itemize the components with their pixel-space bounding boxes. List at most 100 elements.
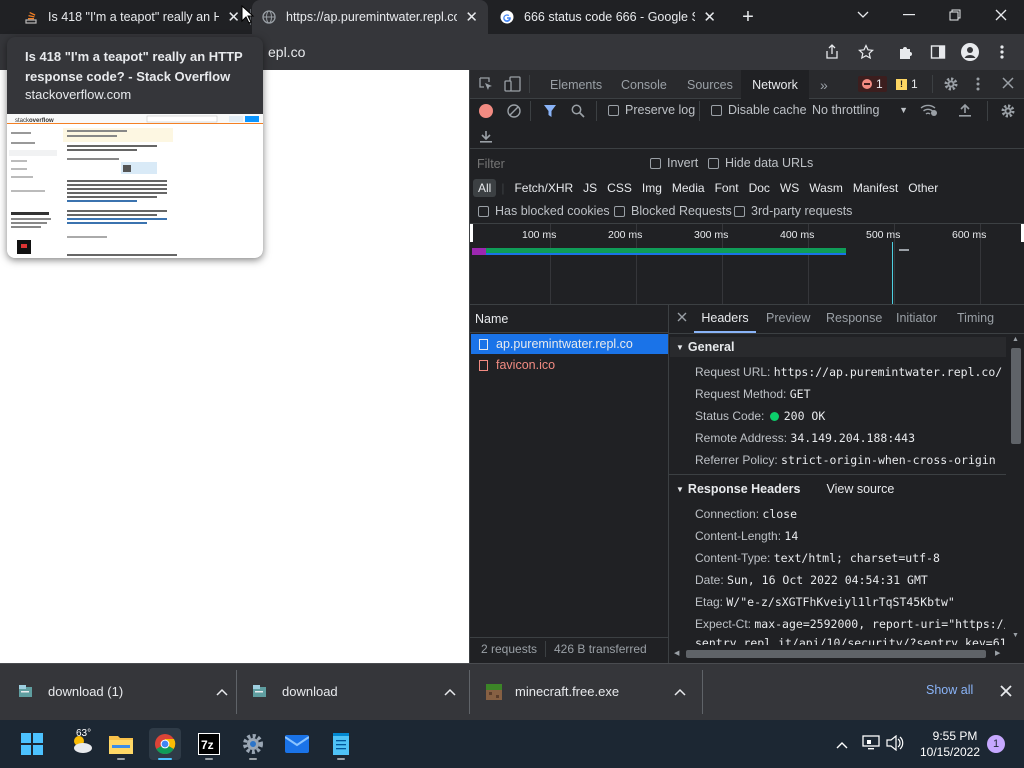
- devtools-more-icon[interactable]: [976, 76, 980, 95]
- clock-date[interactable]: 10/15/2022: [918, 745, 982, 759]
- network-display-icon[interactable]: [862, 735, 880, 754]
- third-party-requests-checkbox[interactable]: 3rd-party requests: [734, 204, 852, 218]
- download-item-1[interactable]: download (1): [18, 663, 228, 720]
- view-source-link[interactable]: View source: [826, 482, 894, 496]
- panel-splitter[interactable]: [668, 305, 669, 663]
- chrome-icon[interactable]: [149, 728, 181, 760]
- restore-button[interactable]: [932, 0, 978, 30]
- record-button[interactable]: [479, 104, 493, 118]
- mail-icon[interactable]: [281, 728, 313, 760]
- preserve-log-checkbox[interactable]: Preserve log: [608, 103, 695, 117]
- download-item-3[interactable]: minecraft.free.exe: [486, 663, 686, 720]
- filter-img[interactable]: Img: [637, 179, 667, 197]
- minimize-button[interactable]: [886, 0, 932, 30]
- address-bar-url[interactable]: epl.co: [268, 44, 305, 60]
- devtools-tab-elements[interactable]: Elements: [542, 70, 610, 99]
- filter-css[interactable]: CSS: [602, 179, 637, 197]
- start-windows-icon[interactable]: [16, 728, 48, 760]
- close-devtools-icon[interactable]: [1002, 77, 1014, 92]
- timeline-overview[interactable]: 100 ms 200 ms 300 ms 400 ms 500 ms 600 m…: [470, 224, 1024, 304]
- devtools-tab-sources[interactable]: Sources: [679, 70, 741, 99]
- close-details-icon[interactable]: [677, 311, 687, 325]
- settings-gear-taskbar-icon[interactable]: [237, 728, 269, 760]
- filter-media[interactable]: Media: [667, 179, 710, 197]
- filter-funnel-icon[interactable]: [543, 104, 557, 121]
- warning-count-badge[interactable]: ! 1: [892, 76, 922, 92]
- vertical-scrollbar[interactable]: ▲ ▼: [1008, 334, 1024, 645]
- throttling-select[interactable]: No throttling ▼: [812, 103, 908, 117]
- tab-stackoverflow[interactable]: Is 418 "I'm a teapot" really an HT ✕: [14, 0, 250, 34]
- tab-google-search[interactable]: 666 status code 666 - Google Sea ✕: [490, 0, 726, 34]
- header-value: text/html; charset=utf-8: [773, 551, 940, 565]
- detail-tab-initiator[interactable]: Initiator: [896, 311, 937, 325]
- toolbar-divider: [987, 101, 988, 121]
- more-tabs-icon[interactable]: »: [812, 70, 836, 99]
- disable-cache-label: Disable cache: [728, 103, 807, 117]
- chevron-up-icon[interactable]: [216, 688, 228, 696]
- close-downloads-bar-icon[interactable]: [1000, 685, 1012, 700]
- close-tab-icon[interactable]: ✕: [703, 8, 716, 26]
- new-tab-button[interactable]: +: [736, 5, 760, 29]
- 7zip-icon[interactable]: 7z: [193, 728, 225, 760]
- export-har-download-icon[interactable]: [479, 129, 493, 146]
- weather-widget[interactable]: 63°: [62, 728, 102, 760]
- filter-fetch-xhr[interactable]: Fetch/XHR: [509, 179, 578, 197]
- request-row-document[interactable]: ap.puremintwater.repl.co: [471, 334, 668, 354]
- side-panel-icon[interactable]: [928, 42, 948, 62]
- more-menu-icon[interactable]: [992, 42, 1012, 62]
- filter-wasm[interactable]: Wasm: [804, 179, 848, 197]
- close-window-button[interactable]: [978, 0, 1024, 30]
- show-hidden-icons-chevron-up-icon[interactable]: [836, 738, 848, 752]
- volume-speaker-icon[interactable]: [886, 734, 904, 754]
- filter-font[interactable]: Font: [710, 179, 744, 197]
- horizontal-scrollbar[interactable]: ◀ ▶: [670, 646, 1008, 662]
- clear-icon[interactable]: [507, 104, 521, 121]
- filter-manifest[interactable]: Manifest: [848, 179, 903, 197]
- notepad-icon[interactable]: [325, 728, 357, 760]
- search-icon[interactable]: [571, 104, 585, 121]
- download-item-2[interactable]: download: [252, 663, 456, 720]
- disable-cache-checkbox[interactable]: Disable cache: [711, 103, 807, 117]
- profile-avatar[interactable]: [960, 42, 980, 62]
- general-section-header[interactable]: ▼ General: [670, 337, 1006, 357]
- close-tab-icon[interactable]: ✕: [465, 8, 478, 26]
- request-row-favicon[interactable]: favicon.ico: [471, 355, 668, 375]
- detail-tab-headers[interactable]: Headers: [694, 305, 756, 333]
- filter-ws[interactable]: WS: [775, 179, 804, 197]
- filter-other[interactable]: Other: [903, 179, 943, 197]
- blocked-requests-checkbox[interactable]: Blocked Requests: [614, 204, 732, 218]
- import-har-upload-icon[interactable]: [958, 103, 972, 120]
- network-conditions-wifi-icon[interactable]: [920, 103, 938, 120]
- chevron-up-icon[interactable]: [674, 688, 686, 696]
- tab-puremintwater[interactable]: https://ap.puremintwater.repl.co ✕: [252, 0, 488, 34]
- extensions-puzzle-icon[interactable]: [896, 42, 916, 62]
- filter-input[interactable]: [474, 155, 636, 173]
- device-toolbar-icon[interactable]: [504, 76, 522, 95]
- tab-search-chevron-down-icon[interactable]: [840, 0, 886, 30]
- devtools-tab-network[interactable]: Network: [741, 70, 809, 99]
- chevron-up-icon[interactable]: [444, 688, 456, 696]
- show-all-downloads-link[interactable]: Show all: [926, 683, 973, 697]
- settings-gear-icon[interactable]: [943, 76, 959, 95]
- filter-doc[interactable]: Doc: [744, 179, 775, 197]
- filter-js[interactable]: JS: [578, 179, 602, 197]
- invert-checkbox[interactable]: Invert: [650, 156, 698, 170]
- has-blocked-cookies-checkbox[interactable]: Has blocked cookies: [478, 204, 610, 218]
- close-tab-icon[interactable]: ✕: [227, 8, 240, 26]
- notification-badge[interactable]: 1: [987, 735, 1005, 753]
- error-count-badge[interactable]: 1: [858, 76, 887, 92]
- requests-name-column-header[interactable]: Name: [470, 305, 668, 333]
- detail-tab-response[interactable]: Response: [826, 311, 882, 325]
- inspect-element-icon[interactable]: [478, 76, 494, 95]
- response-headers-section-header[interactable]: ▼ Response Headers View source: [670, 479, 1006, 499]
- detail-tab-preview[interactable]: Preview: [766, 311, 810, 325]
- hide-data-urls-checkbox[interactable]: Hide data URLs: [708, 156, 813, 170]
- filter-all[interactable]: All: [473, 179, 497, 197]
- network-settings-gear-icon[interactable]: [1000, 103, 1016, 122]
- devtools-tab-console[interactable]: Console: [613, 70, 675, 99]
- file-explorer-icon[interactable]: [105, 728, 137, 760]
- clock-time[interactable]: 9:55 PM: [930, 729, 980, 743]
- detail-tab-timing[interactable]: Timing: [957, 311, 994, 325]
- bookmark-star-icon[interactable]: [856, 42, 876, 62]
- share-icon[interactable]: [822, 42, 842, 62]
